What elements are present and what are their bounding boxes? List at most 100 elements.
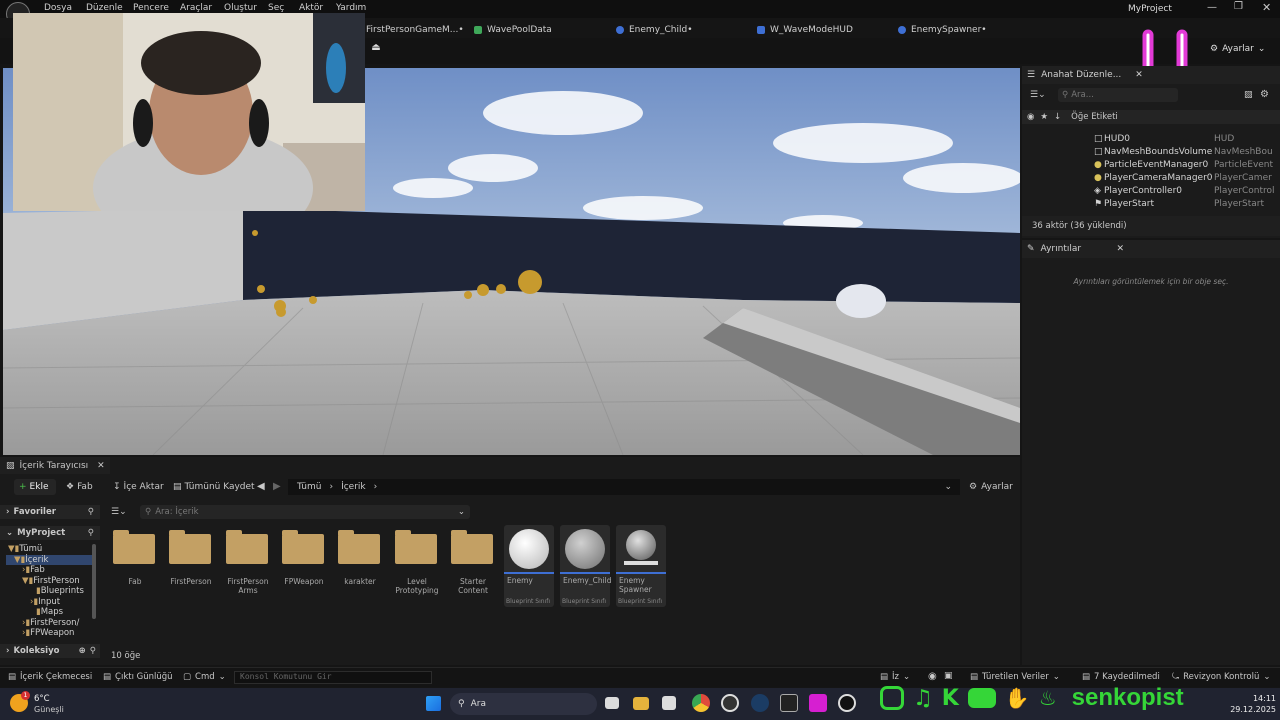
- folder-add-icon[interactable]: ▧: [1244, 90, 1253, 100]
- tab-enemyspawner[interactable]: EnemySpawner•: [898, 22, 987, 38]
- project-header[interactable]: ⌄ MyProject ⚲: [0, 526, 100, 540]
- weather-widget[interactable]: 1 6°C Güneşli: [8, 691, 78, 717]
- filter-icon[interactable]: ☰⌄: [111, 507, 127, 517]
- tree-item[interactable]: ›▮ Input: [6, 597, 94, 608]
- fab-button[interactable]: ❖ Fab: [66, 482, 93, 492]
- menu-file[interactable]: Dosya: [44, 3, 72, 13]
- outliner-row[interactable]: □ HUD0 HUD: [1094, 132, 1280, 145]
- taskbar-search[interactable]: ⚲ Ara: [450, 693, 597, 715]
- folder-icon[interactable]: [282, 530, 324, 564]
- file-explorer-icon[interactable]: [605, 697, 619, 709]
- trace-dropdown[interactable]: ▤ İz ⌄: [880, 672, 910, 682]
- content-search-input[interactable]: ⚲ Ara: İçerik ⌄: [140, 505, 470, 519]
- menu-select[interactable]: Seç: [268, 3, 284, 13]
- console-input[interactable]: Konsol Komutunu Gir: [234, 671, 432, 684]
- pin-icon[interactable]: ↓: [1054, 112, 1061, 122]
- tree-item[interactable]: ›▮ FPWeapon: [6, 628, 94, 639]
- history-back-icon[interactable]: ◀: [257, 481, 265, 492]
- outliner-row[interactable]: ⚑ PlayerStart PlayerStart: [1094, 197, 1280, 210]
- eye-icon[interactable]: ◉: [1027, 112, 1034, 122]
- chevron-down-icon[interactable]: ⌄: [458, 507, 465, 517]
- menu-tools[interactable]: Araçlar: [180, 3, 212, 13]
- outliner-row[interactable]: □ NavMeshBoundsVolume NavMeshBou: [1094, 145, 1280, 158]
- folder-icon[interactable]: [395, 530, 437, 564]
- search-icon[interactable]: ⚲: [88, 528, 94, 538]
- tree-scrollbar[interactable]: [92, 544, 96, 619]
- save-all-button[interactable]: ▤ Tümünü Kaydet: [173, 482, 255, 492]
- outliner-search-input[interactable]: ⚲ Ara...: [1058, 88, 1178, 102]
- outliner-row[interactable]: ● PlayerCameraManager0 PlayerCamer: [1094, 171, 1280, 184]
- output-log-button[interactable]: ▤ Çıktı Günlüğü: [103, 672, 173, 682]
- tree-item[interactable]: ▼▮ FirstPerson: [6, 576, 94, 587]
- close-tab-icon[interactable]: ✕: [1117, 244, 1125, 254]
- breadcrumb-item[interactable]: Tümü: [297, 482, 321, 492]
- folder-icon[interactable]: [338, 530, 380, 564]
- chevron-right-icon: ›: [329, 482, 334, 492]
- breadcrumb-item[interactable]: İçerik: [341, 482, 366, 492]
- asset-tile[interactable]: Enemy Spawner Blueprint Sınıfı: [616, 525, 666, 607]
- record-icon[interactable]: ◉: [928, 671, 937, 682]
- obs-icon[interactable]: [721, 694, 739, 712]
- eject-button[interactable]: ⏏: [366, 42, 386, 58]
- tab-firstperson-gamemode[interactable]: FirstPersonGameM...•: [366, 22, 464, 38]
- tree-item[interactable]: ›▮ Fab: [6, 565, 94, 576]
- menu-build[interactable]: Oluştur: [224, 3, 257, 13]
- tab-wavepooldata[interactable]: WavePoolData: [474, 22, 552, 38]
- tree-item[interactable]: ▮ Blueprints: [6, 586, 94, 597]
- settings-gear-icon[interactable]: ⚙: [1260, 89, 1269, 100]
- tree-item[interactable]: ▼▮ İçerik: [6, 554, 94, 565]
- tree-item[interactable]: ›▮ FirstPerson/: [6, 618, 94, 629]
- folder-icon[interactable]: [113, 530, 155, 564]
- menu-edit[interactable]: Düzenle: [86, 3, 123, 13]
- start-icon[interactable]: [426, 696, 441, 711]
- search-icon[interactable]: ⚲: [90, 646, 96, 656]
- asset-tile[interactable]: Enemy Blueprint Sınıfı: [504, 525, 554, 607]
- folder-icon[interactable]: [226, 530, 268, 564]
- unreal-engine-icon[interactable]: [838, 694, 856, 712]
- history-forward-icon[interactable]: ▶: [273, 481, 281, 492]
- add-button[interactable]: + Ekle: [14, 479, 56, 495]
- outliner-row[interactable]: ◈ PlayerController0 PlayerControl: [1094, 184, 1280, 197]
- store-icon[interactable]: [662, 696, 676, 710]
- content-settings-button[interactable]: ⚙ Ayarlar: [969, 482, 1013, 492]
- details-tab[interactable]: ✎ Ayrıntılar ✕: [1022, 240, 1280, 258]
- outliner-row[interactable]: ● ParticleEventManager0 ParticleEvent: [1094, 158, 1280, 171]
- tree-item[interactable]: ▼▮ Tümü: [6, 544, 94, 555]
- chrome-icon[interactable]: [692, 694, 710, 712]
- asset-tile[interactable]: Enemy_Child Blueprint Sınıfı: [560, 525, 612, 607]
- revision-control-button[interactable]: ⤿ Revizyon Kontrolü ⌄: [1172, 672, 1270, 682]
- tree-item[interactable]: ▮ Maps: [6, 607, 94, 618]
- favorites-header[interactable]: › Favoriler ⚲: [0, 505, 100, 519]
- menu-help[interactable]: Yardım: [336, 3, 366, 13]
- close-tab-icon[interactable]: ✕: [1135, 70, 1143, 80]
- menu-window[interactable]: Pencere: [133, 3, 169, 13]
- filter-icon[interactable]: ☰⌄: [1030, 90, 1046, 100]
- screenshot-icon[interactable]: ▣: [944, 671, 953, 681]
- menu-actor[interactable]: Aktör: [299, 3, 323, 13]
- add-circle-icon[interactable]: ⊕: [79, 646, 86, 656]
- search-icon[interactable]: ⚲: [88, 507, 94, 517]
- close-icon[interactable]: ✕: [1262, 1, 1271, 14]
- import-button[interactable]: ↧ İçe Aktar: [113, 482, 164, 492]
- epic-games-icon[interactable]: [780, 694, 798, 712]
- collections-header[interactable]: › Koleksiyo ⊕ ⚲: [0, 644, 100, 658]
- minimize-icon[interactable]: —: [1207, 2, 1217, 13]
- maximize-icon[interactable]: ❐: [1234, 1, 1243, 12]
- system-clock[interactable]: 14:11 29.12.2025: [1226, 693, 1276, 715]
- close-tab-icon[interactable]: ✕: [97, 461, 105, 471]
- star-icon[interactable]: ★: [1040, 112, 1048, 122]
- derived-data-button[interactable]: ▤ Türetilen Veriler ⌄: [970, 672, 1060, 682]
- app-pink-icon[interactable]: [809, 694, 827, 712]
- cmd-dropdown[interactable]: ▢ Cmd ⌄: [183, 672, 226, 682]
- folder-icon[interactable]: [169, 530, 211, 564]
- tab-wavemodehud[interactable]: W_WaveModeHUD: [757, 22, 853, 38]
- folder-icon[interactable]: [633, 697, 649, 710]
- folder-icon[interactable]: [451, 530, 493, 564]
- content-browser-tab[interactable]: ▧ İçerik Tarayıcısı ✕: [0, 457, 110, 474]
- outliner-tab[interactable]: ☰ Anahat Düzenle... ✕: [1022, 66, 1280, 84]
- tab-enemy-child[interactable]: Enemy_Child•: [616, 22, 693, 38]
- chevron-down-icon[interactable]: ⌄: [944, 482, 952, 492]
- content-drawer-button[interactable]: ▤ İçerik Çekmecesi: [8, 672, 92, 682]
- steam-icon[interactable]: [751, 694, 769, 712]
- unsaved-button[interactable]: ▤ 7 Kaydedilmedi: [1082, 672, 1160, 682]
